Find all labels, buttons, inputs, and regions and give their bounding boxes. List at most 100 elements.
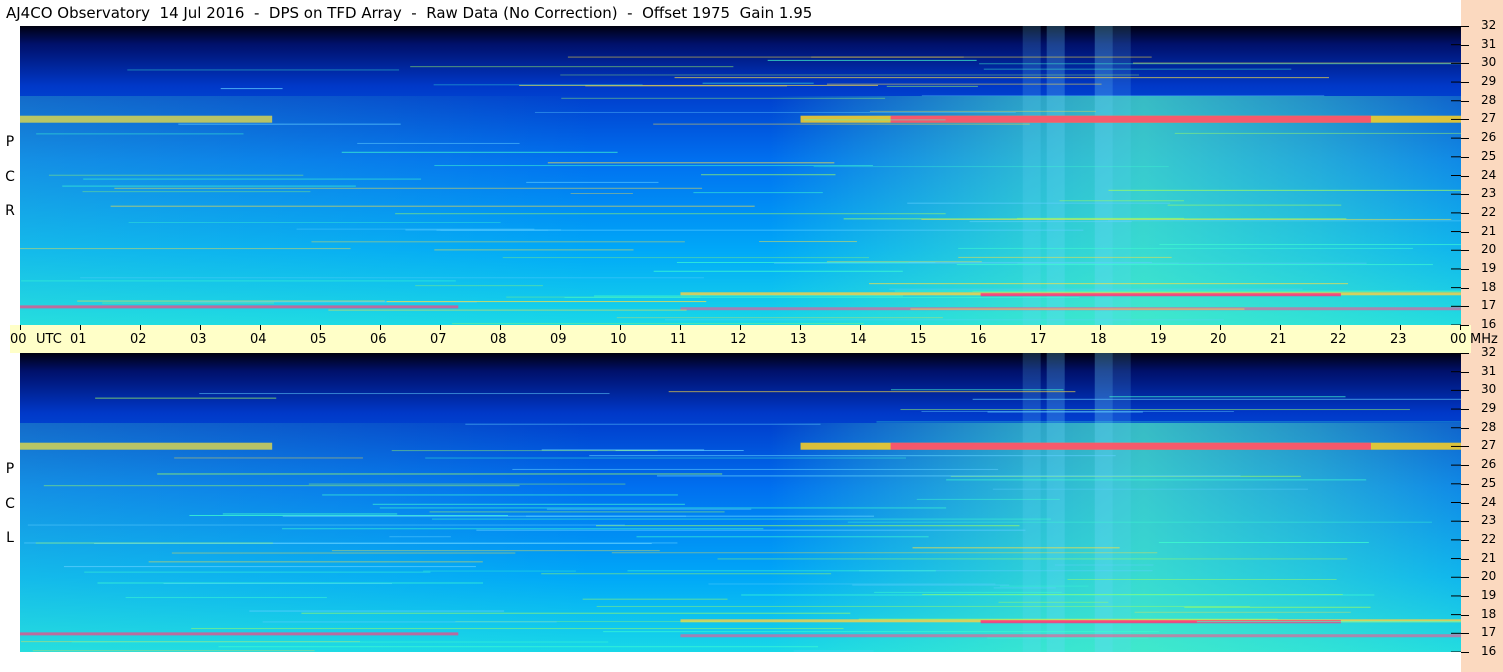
carrier-streak	[389, 536, 451, 538]
carrier-streak	[958, 247, 1413, 249]
lcp-freq-label-31: 31	[1481, 363, 1497, 378]
lcp-freq-tick-19	[1461, 595, 1469, 597]
carrier-streak	[379, 507, 947, 509]
carrier-streak	[48, 174, 304, 176]
utc-label-22: 22	[1330, 332, 1347, 347]
lcp-freq-label-26: 26	[1481, 457, 1497, 472]
rcp-freq-tick-16	[1461, 325, 1469, 326]
carrier-streak	[341, 151, 618, 153]
carrier-streak	[616, 317, 943, 319]
lcp-freq-tick-30	[1461, 390, 1469, 392]
utc-tick-7	[440, 325, 441, 330]
carrier-streak	[452, 323, 864, 325]
carrier-streak	[391, 450, 658, 452]
carrier-streak	[767, 59, 977, 61]
utc-tick-17	[1040, 325, 1041, 330]
band-17mhz	[20, 632, 459, 636]
carrier-streak	[693, 192, 823, 194]
utc-tick-23	[1400, 325, 1401, 330]
utc-label-2: 02	[130, 332, 147, 347]
rcp-freq-label-23: 23	[1481, 186, 1497, 201]
carrier-streak	[410, 66, 734, 68]
rcp-freq-tick-19	[1461, 268, 1469, 270]
rcp-freq-label-19: 19	[1481, 260, 1497, 275]
band-17mhz	[680, 634, 1461, 638]
utc-tick-3	[200, 325, 201, 330]
carrier-streak	[311, 241, 685, 243]
carrier-streak	[128, 221, 501, 223]
utc-label-4: 04	[250, 332, 267, 347]
lcp-freq-label-32: 32	[1481, 345, 1497, 359]
lcp-freq-tick-21	[1461, 558, 1469, 560]
carrier-streak	[813, 166, 1169, 168]
carrier-streak	[262, 621, 557, 623]
rcp-label-c: C	[5, 169, 15, 185]
carrier-streak	[858, 618, 1278, 620]
vertical-band	[1046, 353, 1065, 652]
utc-tick-1	[80, 325, 81, 330]
carrier-streak	[1067, 578, 1337, 580]
carrier-streak	[668, 391, 1076, 393]
utc-tick-4	[260, 325, 261, 330]
utc-tick-5	[320, 325, 321, 330]
carrier-streak	[627, 570, 936, 572]
lcp-freq-label-25: 25	[1481, 475, 1497, 490]
carrier-streak	[653, 270, 903, 272]
lcp-freq-tick-28	[1461, 427, 1469, 429]
carrier-streak	[653, 123, 1030, 125]
carrier-streak	[910, 308, 1245, 310]
carrier-streak	[282, 528, 764, 530]
lcp-freq-label-23: 23	[1481, 513, 1497, 528]
carrier-streak	[876, 421, 1461, 423]
utc-tick-19	[1160, 325, 1161, 330]
lcp-freq-tick-32	[1461, 353, 1469, 354]
utc-label-14: 14	[850, 332, 867, 347]
carrier-streak	[436, 229, 1084, 231]
carrier-streak	[998, 601, 1109, 603]
carrier-streak	[979, 63, 1461, 65]
carrier-streak	[999, 585, 1089, 587]
rcp-freq-tick-22	[1461, 212, 1469, 214]
rcp-freq-label-26: 26	[1481, 130, 1497, 145]
utc-label-24: 00	[1450, 332, 1467, 347]
carrier-streak	[357, 142, 520, 144]
carrier-streak	[561, 97, 886, 99]
utc-label-3: 03	[190, 332, 207, 347]
lcp-freq-label-18: 18	[1481, 606, 1497, 621]
vertical-band	[1022, 353, 1041, 652]
carrier-streak	[36, 133, 244, 135]
carrier-streak	[102, 302, 275, 304]
rcp-freq-label-25: 25	[1481, 148, 1497, 163]
lcp-label-l: L	[6, 530, 14, 546]
utc-tick-11	[680, 325, 681, 330]
lcp-freq-tick-20	[1461, 577, 1469, 579]
rcp-freq-label-24: 24	[1481, 167, 1497, 182]
carrier-streak	[431, 518, 1052, 520]
carrier-streak	[793, 650, 874, 652]
carrier-streak	[35, 542, 273, 544]
utc-tick-22	[1340, 325, 1341, 330]
carrier-streak	[969, 221, 1132, 223]
rcp-freq-label-32: 32	[1481, 18, 1497, 32]
lcp-spectrogram	[20, 353, 1461, 652]
carrier-streak	[191, 628, 844, 630]
carrier-streak	[526, 181, 659, 183]
carrier-streak	[218, 646, 819, 648]
carrier-streak	[512, 468, 999, 470]
lcp-freq-label-24: 24	[1481, 494, 1497, 509]
carrier-streak	[811, 56, 964, 58]
carrier-streak	[125, 597, 327, 599]
carrier-streak	[759, 241, 857, 243]
lcp-label-p: P	[5, 461, 15, 477]
utc-tick-14	[860, 325, 861, 330]
utc-label-5: 05	[310, 332, 327, 347]
carrier-streak	[322, 494, 678, 496]
utc-label-15: 15	[910, 332, 927, 347]
utc-tick-15	[920, 325, 921, 330]
carrier-streak	[656, 475, 1241, 477]
carrier-streak	[157, 473, 723, 475]
rcp-freq-tick-28	[1461, 100, 1469, 102]
utc-label-20: 20	[1210, 332, 1227, 347]
carrier-streak	[415, 285, 543, 287]
carrier-streak	[95, 397, 277, 399]
